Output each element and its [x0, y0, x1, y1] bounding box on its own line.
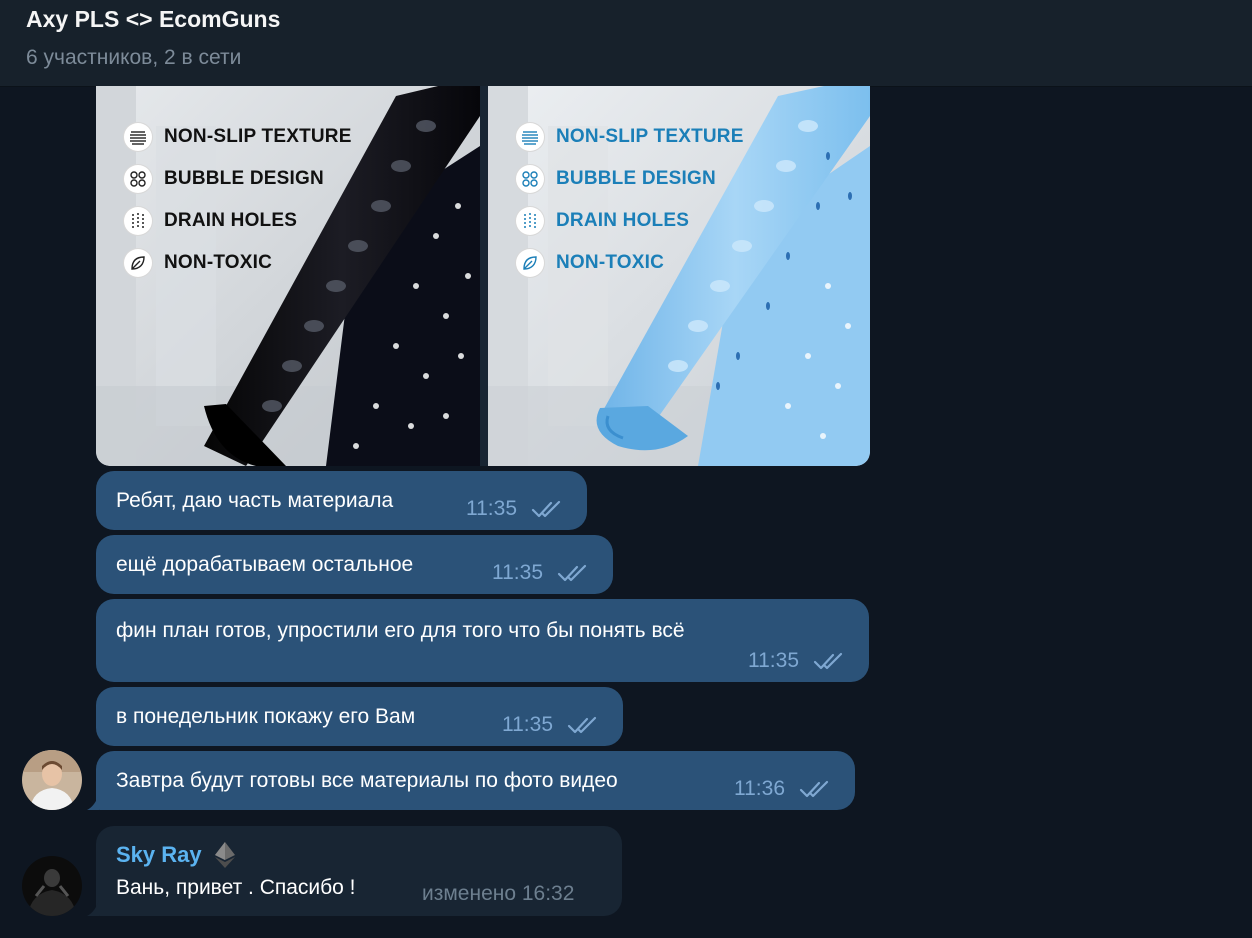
chat-header[interactable]: Axy PLS <> EcomGuns 6 участников, 2 в се… [0, 0, 1252, 87]
feature-non-toxic: NON-TOXIC [516, 242, 744, 284]
bubble-dots-icon [516, 165, 544, 193]
bubble-tail [87, 900, 99, 916]
bubble-dots-icon [124, 165, 152, 193]
message-time: 11:35 [748, 649, 799, 672]
feature-label: NON-SLIP TEXTURE [556, 126, 744, 147]
feature-list: NON-SLIP TEXTURE BUBBLE DESIGN DRAIN HOL… [516, 116, 744, 284]
message-edited-time: изменено 16:32 [422, 882, 575, 905]
double-check-icon [813, 652, 843, 670]
bubble-tail [87, 794, 99, 810]
feature-bubble: BUBBLE DESIGN [124, 158, 352, 200]
feature-label: BUBBLE DESIGN [556, 168, 716, 189]
message-time: 11:35 [466, 497, 517, 520]
leaf-icon [516, 249, 544, 277]
message-bubble[interactable]: Завтра будут готовы все материалы по фот… [87, 751, 855, 810]
texture-lines-icon [124, 123, 152, 151]
double-check-icon [531, 500, 561, 518]
message-meta: 11:35 [492, 561, 589, 585]
feature-label: NON-TOXIC [556, 252, 665, 273]
message-text: фин план готов, упростили его для того ч… [116, 619, 685, 642]
drain-holes-icon [124, 207, 152, 235]
feature-non-slip: NON-SLIP TEXTURE [516, 116, 744, 158]
leaf-icon [124, 249, 152, 277]
message-text: ещё дорабатываем остальное [116, 553, 414, 576]
message-meta: 11:36 [734, 777, 831, 801]
message-meta: 11:35 [466, 497, 563, 521]
feature-label: NON-TOXIC [164, 252, 273, 273]
message-meta: 11:35 [748, 649, 845, 673]
message-bubble[interactable]: Ребят, даю часть материала 11:35 [96, 471, 587, 530]
message-bubble[interactable]: фин план готов, упростили его для того ч… [96, 599, 869, 682]
avatar[interactable] [22, 750, 82, 810]
photo-black-bath-mat[interactable]: NON-SLIP TEXTURE BUBBLE DESIGN DRAIN HOL… [96, 86, 480, 466]
message-text: Ребят, даю часть материала [116, 489, 394, 512]
double-check-icon [567, 716, 597, 734]
message-time: 11:36 [734, 777, 785, 800]
feature-label: DRAIN HOLES [164, 210, 298, 231]
message-bubble[interactable]: в понедельник покажу его Вам 11:35 [96, 687, 623, 746]
message-text: Завтра будут готовы все материалы по фот… [116, 769, 618, 792]
feature-list: NON-SLIP TEXTURE BUBBLE DESIGN DRAIN HOL… [124, 116, 352, 284]
avatar[interactable] [22, 856, 82, 916]
double-check-icon [557, 564, 587, 582]
message-meta: 11:35 [502, 713, 599, 737]
chat-members-status: 6 участников, 2 в сети [26, 46, 242, 69]
incoming-message-bubble[interactable]: Sky Ray Вань, привет . Спасибо ! изменен… [87, 826, 622, 916]
photo-album[interactable]: NON-SLIP TEXTURE BUBBLE DESIGN DRAIN HOL… [96, 86, 870, 466]
message-text: Вань, привет . Спасибо ! [116, 876, 356, 899]
message-time: 11:35 [492, 561, 543, 584]
ethereum-icon [214, 842, 235, 868]
message-bubble[interactable]: ещё дорабатываем остальное 11:35 [96, 535, 613, 594]
double-check-icon [799, 780, 829, 798]
feature-drain: DRAIN HOLES [516, 200, 744, 242]
feature-non-toxic: NON-TOXIC [124, 242, 352, 284]
chat-title[interactable]: Axy PLS <> EcomGuns [26, 6, 280, 33]
sender[interactable]: Sky Ray [116, 842, 236, 868]
sender-name[interactable]: Sky Ray [116, 842, 202, 868]
texture-lines-icon [516, 123, 544, 151]
drain-holes-icon [516, 207, 544, 235]
feature-label: NON-SLIP TEXTURE [164, 126, 352, 147]
message-text: в понедельник покажу его Вам [116, 705, 416, 728]
message-time: 11:35 [502, 713, 553, 736]
photo-blue-bath-mat[interactable]: NON-SLIP TEXTURE BUBBLE DESIGN DRAIN HOL… [488, 86, 870, 466]
feature-label: DRAIN HOLES [556, 210, 690, 231]
feature-non-slip: NON-SLIP TEXTURE [124, 116, 352, 158]
feature-bubble: BUBBLE DESIGN [516, 158, 744, 200]
feature-drain: DRAIN HOLES [124, 200, 352, 242]
feature-label: BUBBLE DESIGN [164, 168, 324, 189]
